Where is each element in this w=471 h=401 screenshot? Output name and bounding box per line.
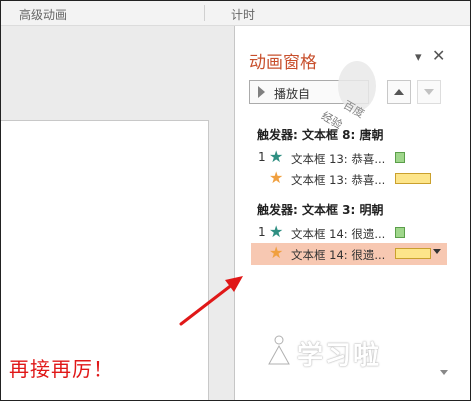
- animation-order: 1: [258, 225, 266, 239]
- ribbon-group-labels: 高级动画 计时: [1, 1, 470, 26]
- play-from-label: 播放自: [274, 87, 311, 101]
- timing-bar[interactable]: [395, 248, 431, 259]
- item-dropdown-icon[interactable]: [433, 249, 441, 254]
- move-down-button[interactable]: [417, 80, 441, 104]
- powerpoint-window: 高级动画 计时 再接再厉！ 动画窗格 ▾ ✕ 播放自 触发器: 文本框 8: 唐…: [0, 0, 471, 401]
- watermark-brand-text: 学习啦: [297, 341, 382, 371]
- animation-target-name: 文本框 13: 恭喜...: [291, 173, 386, 187]
- watermark-logo-icon: [268, 335, 290, 365]
- animation-order: 1: [258, 150, 266, 164]
- slide-editor-area: 再接再厉！: [1, 26, 234, 400]
- close-icon[interactable]: ✕: [432, 46, 445, 65]
- animation-item[interactable]: ★ 文本框 13: 恭喜...: [251, 168, 447, 190]
- trigger-header[interactable]: 触发器: 文本框 3: 明朝: [257, 201, 383, 218]
- animation-item[interactable]: 1 ★ 文本框 14: 很遗...: [251, 222, 447, 244]
- ribbon-group-timing: 计时: [231, 8, 256, 22]
- timing-bar[interactable]: [395, 173, 431, 184]
- animation-target-name: 文本框 13: 恭喜...: [291, 152, 386, 166]
- chevron-down-icon[interactable]: ▾: [415, 50, 422, 65]
- ribbon-separator: [204, 5, 205, 21]
- timing-bar[interactable]: [395, 227, 405, 238]
- ribbon-group-advanced-animation: 高级动画: [19, 8, 68, 22]
- orange-star-icon: ★: [269, 243, 284, 262]
- move-up-button[interactable]: [387, 80, 411, 104]
- play-icon: [258, 86, 265, 98]
- pane-title: 动画窗格: [249, 53, 317, 73]
- timing-bar[interactable]: [395, 152, 405, 163]
- animation-target-name: 文本框 14: 很遗...: [291, 227, 386, 241]
- green-star-icon: ★: [269, 147, 284, 166]
- annotation-arrow-icon: [179, 276, 243, 326]
- slide-text-box[interactable]: 再接再厉！: [9, 353, 114, 382]
- arrow-up-icon: [394, 89, 404, 95]
- orange-star-icon: ★: [269, 168, 284, 187]
- animation-target-name: 文本框 14: 很遗...: [291, 248, 386, 262]
- arrow-down-icon: [424, 89, 434, 95]
- scroll-down-icon[interactable]: [440, 370, 448, 375]
- green-star-icon: ★: [269, 222, 284, 241]
- animation-item-selected[interactable]: ★ 文本框 14: 很遗...: [251, 243, 447, 265]
- animation-item[interactable]: 1 ★ 文本框 13: 恭喜...: [251, 147, 447, 169]
- trigger-header[interactable]: 触发器: 文本框 8: 唐朝: [257, 126, 383, 143]
